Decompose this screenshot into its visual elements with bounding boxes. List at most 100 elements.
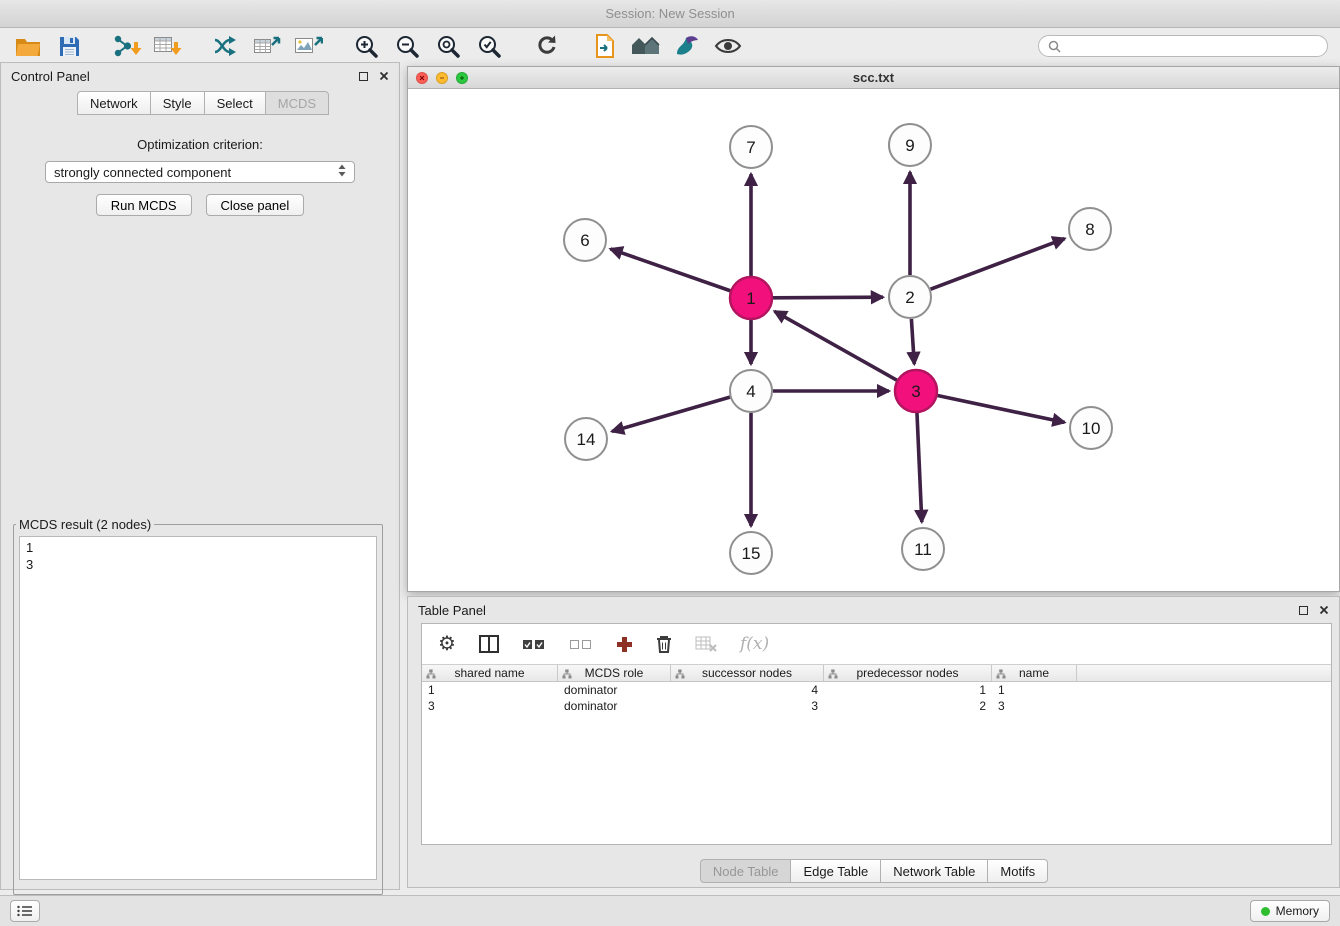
graph-edge-1-6[interactable] <box>610 249 730 291</box>
graph-edge-2-8[interactable] <box>931 239 1065 290</box>
column-header-mcds-role[interactable]: MCDS role <box>558 665 671 681</box>
table-cell[interactable]: 4 <box>671 683 824 697</box>
main-toolbar <box>0 28 1340 64</box>
search-input[interactable] <box>1067 39 1318 54</box>
zoom-out-button[interactable] <box>391 31 423 61</box>
graph-edge-4-14[interactable] <box>612 397 730 431</box>
mcds-result-text: 1 3 <box>19 536 377 880</box>
table-cell[interactable]: 2 <box>824 699 992 713</box>
menu-list-button[interactable] <box>10 900 40 922</box>
minimize-window-button[interactable] <box>436 72 448 84</box>
graph-node-8[interactable]: 8 <box>1069 208 1111 250</box>
checked-boxes-icon <box>522 639 546 650</box>
delete-column-button[interactable] <box>656 635 672 653</box>
save-session-button[interactable] <box>53 31 85 61</box>
table-cell[interactable]: 3 <box>671 699 824 713</box>
deselect-all-button[interactable] <box>569 639 593 650</box>
function-builder-button: f(x) <box>740 634 769 654</box>
float-panel-button[interactable] <box>359 69 368 84</box>
graph-edge-3-11[interactable] <box>917 413 922 522</box>
table-cell[interactable]: dominator <box>558 683 671 697</box>
close-window-button[interactable] <box>416 72 428 84</box>
float-table-panel-button[interactable] <box>1299 603 1308 618</box>
close-panel-button2[interactable]: Close panel <box>206 194 305 216</box>
import-document-button[interactable] <box>589 31 621 61</box>
open-session-button[interactable] <box>12 31 44 61</box>
select-all-button[interactable] <box>522 639 546 650</box>
tab-network-table[interactable]: Network Table <box>880 859 988 883</box>
table-row[interactable]: 3dominator323 <box>422 698 1331 714</box>
column-header-predecessor-nodes[interactable]: predecessor nodes <box>824 665 992 681</box>
column-header-successor-nodes[interactable]: successor nodes <box>671 665 824 681</box>
graph-node-14[interactable]: 14 <box>565 418 607 460</box>
control-panel-tabs: Network Style Select MCDS <box>1 89 399 115</box>
mac-close-icon <box>419 75 425 81</box>
graph-edge-3-1[interactable] <box>775 311 897 380</box>
graph-node-4[interactable]: 4 <box>730 370 772 412</box>
graph-node-2[interactable]: 2 <box>889 276 931 318</box>
maximize-window-button[interactable] <box>456 72 468 84</box>
run-mcds-button[interactable]: Run MCDS <box>96 194 192 216</box>
tab-node-table[interactable]: Node Table <box>700 859 792 883</box>
graph-node-1[interactable]: 1 <box>730 277 772 319</box>
table-cell[interactable]: 1 <box>824 683 992 697</box>
graph-node-10[interactable]: 10 <box>1070 407 1112 449</box>
tab-network[interactable]: Network <box>77 91 151 115</box>
tab-select[interactable]: Select <box>204 91 266 115</box>
table-cell[interactable]: 3 <box>422 699 558 713</box>
svg-text:6: 6 <box>580 231 589 250</box>
zoom-in-button[interactable] <box>350 31 382 61</box>
export-table-button[interactable] <box>251 31 283 61</box>
toggle-details-button[interactable] <box>712 31 744 61</box>
column-header-name[interactable]: name <box>992 665 1077 681</box>
mcds-result-title: MCDS result (2 nodes) <box>16 517 154 532</box>
table-row[interactable]: 1dominator411 <box>422 682 1331 698</box>
search-box[interactable] <box>1038 35 1328 57</box>
table-panel-tabs: Node Table Edge Table Network Table Moti… <box>408 859 1339 883</box>
refresh-view-button[interactable] <box>531 31 563 61</box>
table-settings-button[interactable]: ⚙ <box>438 634 456 654</box>
table-panel: Table Panel ⚙ f(x) shared nameMCDS roles… <box>407 596 1340 888</box>
network-window-titlebar[interactable]: scc.txt <box>408 67 1339 89</box>
tab-edge-table[interactable]: Edge Table <box>790 859 881 883</box>
export-image-button[interactable] <box>292 31 324 61</box>
import-network-button[interactable] <box>111 31 143 61</box>
graph-edge-3-10[interactable] <box>938 396 1065 423</box>
table-cell[interactable]: dominator <box>558 699 671 713</box>
table-cell[interactable]: 3 <box>992 699 1077 713</box>
float-icon <box>1299 606 1308 615</box>
show-columns-button[interactable] <box>479 635 499 653</box>
table-panel-title: Table Panel <box>418 603 486 618</box>
homes-button[interactable] <box>630 31 662 61</box>
svg-text:4: 4 <box>746 382 755 401</box>
clone-network-button[interactable] <box>210 31 242 61</box>
add-column-button[interactable] <box>616 636 633 653</box>
import-table-button[interactable] <box>152 31 184 61</box>
zoom-selected-button[interactable] <box>473 31 505 61</box>
graph-node-3[interactable]: 3 <box>895 370 937 412</box>
tab-mcds[interactable]: MCDS <box>265 91 329 115</box>
table-header-row: shared nameMCDS rolesuccessor nodesprede… <box>422 664 1331 682</box>
graph-node-6[interactable]: 6 <box>564 219 606 261</box>
memory-button[interactable]: Memory <box>1250 900 1330 922</box>
optimization-dropdown[interactable]: strongly connected component <box>45 161 355 183</box>
graph-node-11[interactable]: 11 <box>902 528 944 570</box>
style-brush-button[interactable] <box>671 31 703 61</box>
graph-node-9[interactable]: 9 <box>889 124 931 166</box>
close-panel-button[interactable] <box>379 69 389 84</box>
list-icon <box>17 905 33 917</box>
table-cell[interactable]: 1 <box>992 683 1077 697</box>
tab-motifs[interactable]: Motifs <box>987 859 1048 883</box>
graph-edge-2-3[interactable] <box>911 319 914 364</box>
refresh-icon <box>535 34 559 58</box>
graph-node-15[interactable]: 15 <box>730 532 772 574</box>
graph-node-7[interactable]: 7 <box>730 126 772 168</box>
memory-label: Memory <box>1276 904 1319 918</box>
column-header-shared-name[interactable]: shared name <box>422 665 558 681</box>
tab-style[interactable]: Style <box>150 91 205 115</box>
close-table-panel-button[interactable] <box>1319 603 1329 618</box>
zoom-fit-button[interactable] <box>432 31 464 61</box>
table-cell[interactable]: 1 <box>422 683 558 697</box>
network-canvas[interactable]: 7 9 6 8 1 2 4 3 14 10 15 11 <box>408 89 1339 591</box>
graph-edge-1-2[interactable] <box>773 297 883 298</box>
